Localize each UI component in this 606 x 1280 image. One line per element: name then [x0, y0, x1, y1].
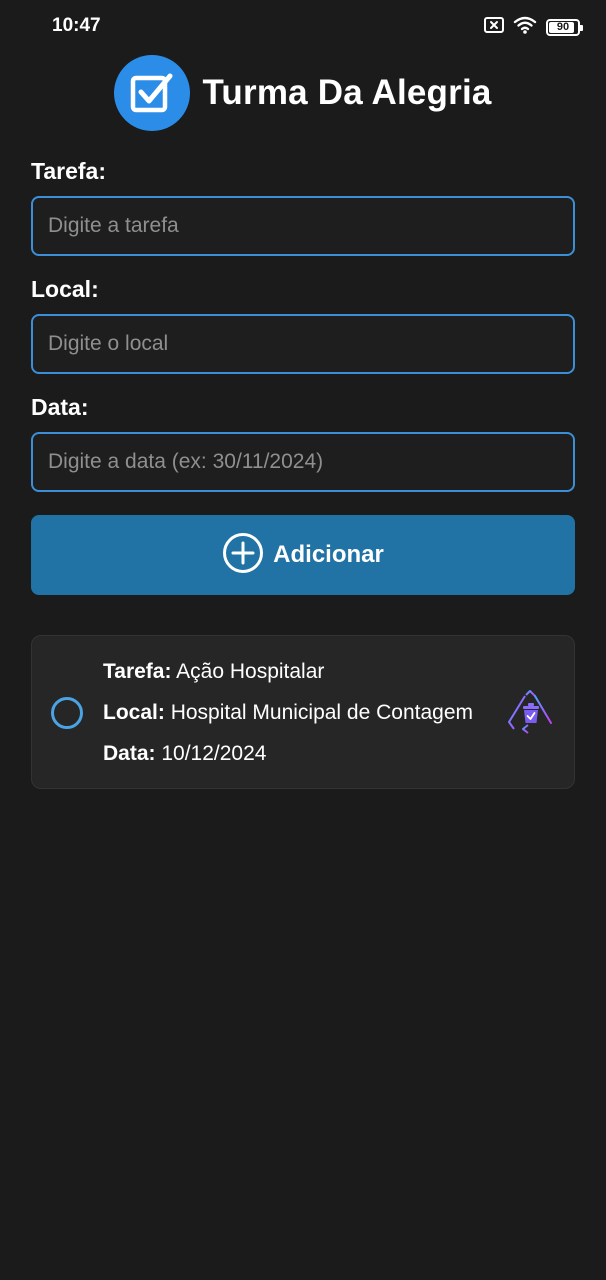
app-header: Turma Da Alegria — [0, 54, 606, 132]
battery-percent: 90 — [556, 21, 570, 33]
recycle-bin-icon[interactable] — [506, 689, 556, 737]
date-input[interactable] — [31, 432, 575, 492]
task-title-line: Tarefa: Ação Hospitalar — [103, 660, 324, 684]
wifi-icon — [513, 16, 537, 39]
status-icons: 90 — [484, 16, 583, 39]
sim-off-icon — [484, 17, 504, 38]
task-input[interactable] — [31, 196, 575, 256]
plus-circle-icon — [222, 532, 264, 579]
task-date-line: Data: 10/12/2024 — [103, 742, 266, 766]
status-bar: 10:47 90 — [0, 0, 606, 54]
battery-icon: 90 — [546, 19, 583, 36]
add-button[interactable]: Adicionar — [31, 515, 575, 595]
task-place-line: Local: Hospital Municipal de Contagem — [103, 701, 473, 725]
app-title: Turma Da Alegria — [202, 73, 492, 112]
place-input[interactable] — [31, 314, 575, 374]
add-button-label: Adicionar — [273, 541, 384, 568]
task-complete-toggle[interactable] — [51, 697, 83, 729]
task-place-key: Local: — [103, 701, 165, 724]
task-title-key: Tarefa: — [103, 660, 172, 683]
status-time: 10:47 — [52, 15, 101, 36]
place-label: Local: — [31, 276, 99, 302]
task-date-key: Data: — [103, 742, 156, 765]
date-label: Data: — [31, 394, 89, 420]
task-card: Tarefa: Ação Hospitalar Local: Hospital … — [31, 635, 575, 789]
task-title-value: Ação Hospitalar — [176, 660, 325, 683]
task-date-value: 10/12/2024 — [161, 742, 267, 765]
task-place-value: Hospital Municipal de Contagem — [170, 701, 474, 724]
checkbox-check-icon — [114, 55, 191, 131]
task-label: Tarefa: — [31, 158, 106, 184]
